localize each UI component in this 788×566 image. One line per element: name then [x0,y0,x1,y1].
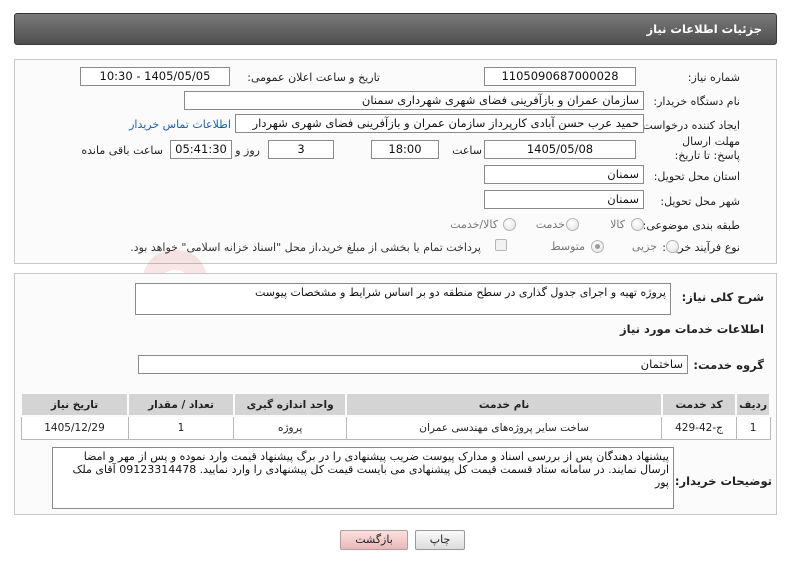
service-name-cell: ساخت سایر پروژه‌های مهندسی عمران [345,415,663,440]
buyer-org-field: سازمان عمران و بازآفرینی فضای شهری شهردا… [184,91,644,110]
deadline-time-field: 18:00 [371,140,439,159]
services-table: ردیف کد خدمت نام خدمت واحد اندازه گیری ت… [19,392,771,440]
table-header-row: ردیف کد خدمت نام خدمت واحد اندازه گیری ت… [19,392,771,417]
province-field: سمنان [484,165,644,184]
announce-datetime-label: تاریخ و ساعت اعلان عمومی: [247,71,380,84]
buyer-notes-label: توضیحات خریدار: [674,474,772,488]
creator-field: حمید عرب حسن آبادی کارپرداز سازمان عمران… [235,114,644,133]
province-label: استان محل تحویل: [653,170,740,183]
category-goods-service-radio[interactable] [503,218,516,231]
category-goods-radio[interactable] [631,218,644,231]
process-medium-label: متوسط [550,240,585,253]
print-button[interactable]: چاپ [415,530,465,550]
need-summary-label: شرح کلی نیاز: [681,290,764,304]
announce-datetime-field: 1405/05/05 - 10:30 [80,67,230,86]
deadline-label: مهلت ارسال پاسخ: تا تاریخ: [674,135,740,162]
category-label: طبقه بندی موضوعی: [642,219,740,232]
col-unit-header: واحد اندازه گیری [232,392,348,417]
page-title: جزئیات اطلاعات نیاز [646,22,762,36]
col-name-header: نام خدمت [345,392,663,417]
need-date-cell: 1405/12/29 [20,415,129,440]
category-service-label: خدمت [535,218,565,231]
service-group-field: ساختمان [138,355,688,374]
deadline-time-label: ساعت [452,144,482,157]
services-heading: اطلاعات خدمات مورد نیاز [620,322,764,336]
remaining-time-label: ساعت باقی مانده [81,144,163,157]
service-group-label: گروه خدمت: [693,358,764,372]
buyer-contact-link[interactable]: اطلاعات تماس خریدار [129,118,231,131]
col-code-header: کد خدمت [660,392,738,417]
process-minor-label: جزیی [631,240,657,253]
page-header: جزئیات اطلاعات نیاز [14,13,777,45]
category-goods-label: کالا [610,218,625,231]
col-date-header: تاریخ نیاز [19,392,130,417]
back-button[interactable]: بازگشت [340,530,408,550]
need-number-label: شماره نیاز: [687,71,740,84]
service-code-cell: ج-42-429 [661,415,737,440]
need-summary-field: پروژه تهیه و اجرای جدول گذاری در سطح منط… [135,283,671,315]
days-remaining-field: 3 [268,140,334,159]
creator-label: ایجاد کننده درخواست: [638,119,740,132]
remaining-time-field: 05:41:30 [170,140,232,159]
buyer-org-label: نام دستگاه خریدار: [653,95,740,108]
quantity-cell: 1 [127,415,235,440]
process-medium-radio[interactable] [591,240,604,253]
city-label: شهر محل تحویل: [660,195,740,208]
col-row-header: ردیف [735,392,771,417]
deadline-date-field: 1405/05/08 [484,140,636,159]
unit-cell: پروژه [233,415,347,440]
treasury-payment-checkbox[interactable] [495,239,507,251]
buyer-notes-field: پیشنهاد دهندگان پس از بررسی اسناد و مدار… [52,447,674,509]
category-goods-service-label: کالا/خدمت [450,218,498,231]
table-row: 1 ج-42-429 ساخت سایر پروژه‌های مهندسی عم… [20,415,771,440]
days-label: روز و [235,144,260,157]
row-number-cell: 1 [735,415,771,440]
category-service-radio[interactable] [566,218,579,231]
treasury-payment-note: پرداخت تمام یا بخشی از مبلغ خرید،از محل … [130,241,481,254]
col-qty-header: تعداد / مقدار [127,392,235,417]
process-minor-radio[interactable] [666,240,679,253]
need-number-field: 1105090687000028 [484,67,636,86]
city-field: سمنان [484,190,644,209]
